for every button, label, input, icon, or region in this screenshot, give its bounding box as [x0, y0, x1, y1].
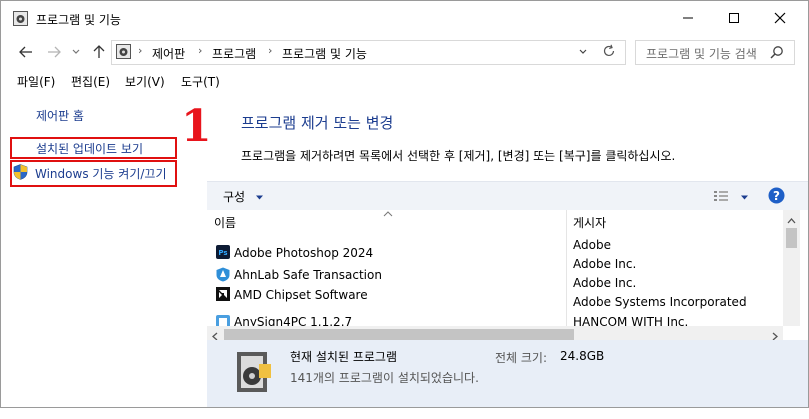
breadcrumb-programs[interactable]: 프로그램 [212, 45, 256, 62]
details-title: 현재 설치된 프로그램 [290, 350, 397, 364]
table-row[interactable]: AhnLab Safe Transaction [207, 267, 783, 286]
svg-text:?: ? [773, 189, 780, 203]
program-count: 141개의 프로그램이 설치되었습니다. [290, 371, 479, 385]
chevron-down-icon [579, 49, 587, 54]
menu-edit[interactable]: 편집(E) [71, 73, 110, 90]
menu-bar: 파일(F) 편집(E) 보기(V) 도구(T) [1, 71, 808, 91]
recent-locations-button[interactable] [66, 42, 86, 62]
help-button[interactable]: ? [768, 187, 785, 207]
photoshop-icon: Ps [216, 245, 230, 259]
left-task-pane: 제어판 홈 설치된 업데이트 보기 Windows 기능 켜기/끄기 [1, 93, 204, 407]
refresh-button[interactable] [602, 44, 616, 61]
maximize-button[interactable] [711, 1, 757, 35]
scroll-up-icon[interactable] [787, 213, 796, 227]
sort-ascending-icon [383, 206, 393, 220]
minimize-button[interactable] [665, 1, 711, 35]
view-options-button[interactable] [713, 189, 729, 206]
command-bar: 구성 ? [207, 181, 808, 210]
control-panel-home-link[interactable]: 제어판 홈 [36, 107, 84, 124]
address-dropdown-button[interactable] [578, 46, 588, 60]
step-number-annotation: 1 [181, 101, 212, 152]
column-header-name[interactable]: 이름 [214, 214, 236, 231]
menu-tools[interactable]: 도구(T) [181, 73, 220, 90]
search-input[interactable]: 프로그램 및 기능 검색 [635, 40, 795, 65]
chevron-down-icon [72, 49, 80, 54]
arrow-up-icon [93, 45, 105, 58]
program-name: Adobe Photoshop 2024 [234, 246, 374, 260]
back-button[interactable] [16, 42, 36, 62]
page-title: 프로그램 제거 또는 변경 [241, 114, 394, 132]
vertical-scrollbar[interactable] [783, 210, 800, 326]
scroll-thumb[interactable] [786, 228, 797, 248]
program-publisher: Adobe Systems Incorporated [573, 295, 747, 309]
breadcrumb-programs-and-features[interactable]: 프로그램 및 기능 [282, 45, 367, 62]
navigation-bar: › 제어판 › 프로그램 › 프로그램 및 기능 프로그램 및 기능 검색 [1, 38, 808, 66]
amd-icon [216, 287, 230, 301]
arrow-right-icon [48, 46, 61, 58]
chevron-down-icon [741, 195, 748, 200]
maximize-icon [729, 13, 739, 23]
program-name: AnySign4PC 1.1.2.7 [234, 315, 353, 326]
minimize-icon [683, 17, 693, 19]
up-button[interactable] [89, 42, 109, 62]
chevron-down-icon [255, 195, 263, 200]
program-list: 이름 게시자 Ps Adobe Photoshop 2024 AhnLab Sa… [207, 210, 808, 343]
forward-button[interactable] [44, 42, 64, 62]
address-bar[interactable]: › 제어판 › 프로그램 › 프로그램 및 기능 [111, 40, 626, 65]
row-clip: HANCOM WITH Inc. [573, 314, 783, 326]
program-name: AhnLab Safe Transaction [234, 268, 382, 282]
breadcrumb-separator-icon: › [198, 44, 203, 57]
refresh-icon [603, 44, 615, 57]
installed-programs-icon [229, 348, 277, 399]
breadcrumb-separator-icon: › [268, 44, 273, 57]
column-header-publisher[interactable]: 게시자 [573, 214, 606, 231]
close-icon [774, 12, 786, 24]
total-size-label: 전체 크기: [495, 351, 548, 365]
windows-shield-icon [13, 164, 28, 183]
menu-file[interactable]: 파일(F) [17, 73, 55, 90]
breadcrumb-separator-icon: › [138, 44, 143, 57]
scroll-thumb[interactable] [224, 329, 574, 340]
page-description: 프로그램을 제거하려면 목록에서 선택한 후 [제거], [변경] 또는 [복구… [241, 149, 676, 163]
control-panel-icon [116, 44, 131, 62]
anysign-icon [216, 315, 230, 326]
window-title: 프로그램 및 기능 [36, 13, 121, 27]
search-icon [770, 45, 784, 62]
ahnlab-icon [216, 267, 230, 282]
program-publisher: Adobe Inc. [573, 276, 637, 290]
table-row[interactable]: Ps Adobe Photoshop 2024 [207, 244, 783, 263]
windows-features-link[interactable]: Windows 기능 켜기/끄기 [35, 165, 166, 182]
help-icon: ? [768, 187, 785, 204]
svg-text:Ps: Ps [218, 249, 227, 257]
total-size-value: 24.8GB [560, 349, 605, 363]
view-dropdown-button[interactable] [740, 191, 749, 205]
program-publisher: Adobe [573, 238, 611, 252]
breadcrumb-control-panel[interactable]: 제어판 [152, 45, 185, 62]
details-view-icon [714, 191, 728, 201]
details-pane: 현재 설치된 프로그램 전체 크기: 24.8GB 141개의 프로그램이 설치… [207, 340, 808, 407]
program-publisher: Adobe Inc. [573, 257, 637, 271]
title-bar: 프로그램 및 기능 [1, 1, 808, 35]
search-placeholder: 프로그램 및 기능 검색 [646, 47, 757, 61]
arrow-left-icon [19, 46, 32, 58]
menu-view[interactable]: 보기(V) [125, 73, 165, 90]
programs-and-features-window: 프로그램 및 기능 › 제어판 › 프로그램 › 프로그램 및 기능 프로그램 … [0, 0, 809, 408]
organize-button[interactable]: 구성 [223, 188, 264, 205]
program-publisher: HANCOM WITH Inc. [573, 315, 689, 326]
organize-label: 구성 [223, 190, 246, 204]
programs-features-icon [13, 11, 28, 26]
program-name: AMD Chipset Software [234, 288, 368, 302]
close-button[interactable] [757, 1, 803, 35]
view-installed-updates-link[interactable]: 설치된 업데이트 보기 [36, 140, 143, 157]
